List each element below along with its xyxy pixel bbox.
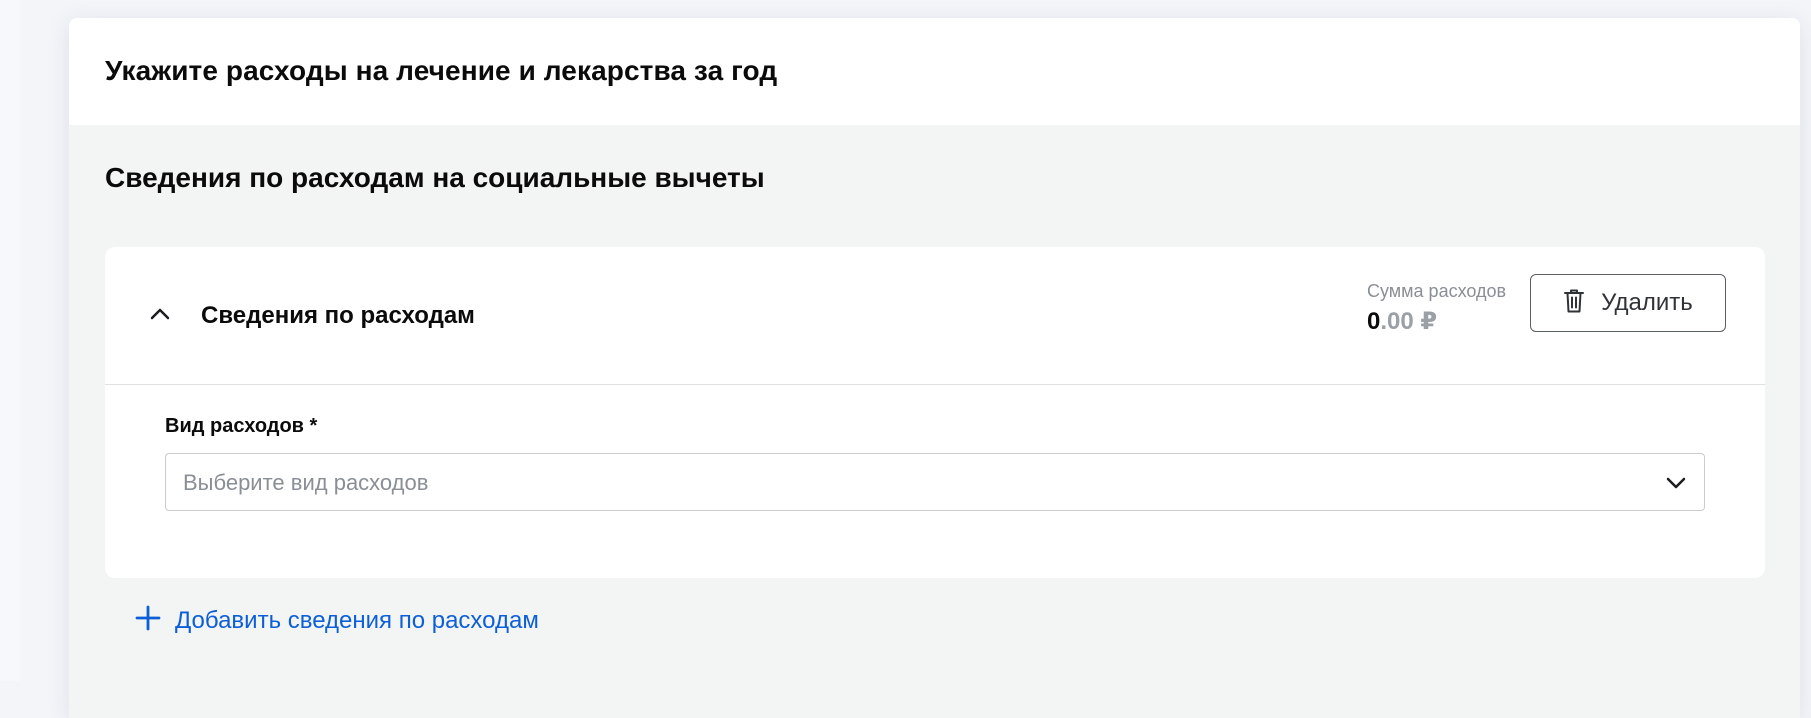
expense-type-label: Вид расходов * (165, 415, 318, 437)
page-title: Укажите расходы на лечение и лекарства з… (105, 55, 778, 86)
plus-icon (135, 605, 161, 636)
chevron-down-icon (1664, 471, 1688, 495)
delete-button[interactable]: Удалить (1530, 274, 1726, 332)
page-left-gutter (0, 0, 20, 681)
delete-button-label: Удалить (1601, 289, 1693, 316)
expense-type-placeholder: Выберите вид расходов (183, 470, 429, 495)
chevron-up-icon[interactable] (145, 299, 175, 329)
expense-block-header: Сведения по расходам Сумма расходов 0.00… (105, 247, 1765, 385)
sum-fraction: .00 ₽ (1380, 308, 1438, 335)
expense-block-title: Сведения по расходам (201, 302, 475, 329)
expense-block: Сведения по расходам Сумма расходов 0.00… (105, 247, 1765, 578)
add-expense-label: Добавить сведения по расходам (175, 606, 539, 634)
section-title: Сведения по расходам на социальные вычет… (105, 162, 765, 193)
card-header: Укажите расходы на лечение и лекарства з… (69, 18, 1800, 125)
trash-icon (1563, 288, 1585, 319)
expense-type-select[interactable]: Выберите вид расходов (165, 453, 1705, 511)
sum-integer: 0 (1367, 308, 1381, 335)
add-expense-link[interactable]: Добавить сведения по расходам (135, 605, 539, 636)
deduction-card: Укажите расходы на лечение и лекарства з… (69, 18, 1800, 718)
sum-value: 0.00 ₽ (1367, 307, 1437, 336)
sum-label: Сумма расходов (1367, 281, 1507, 301)
